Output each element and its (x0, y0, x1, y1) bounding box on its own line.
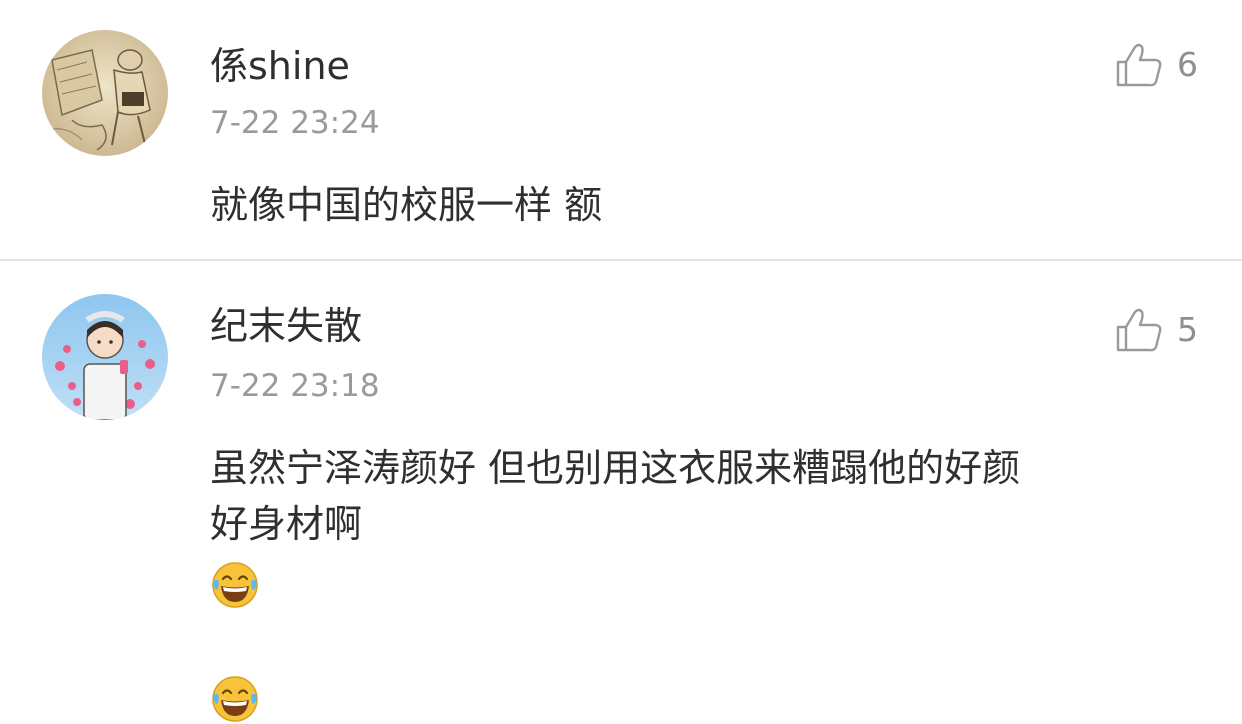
user-avatar[interactable] (42, 294, 168, 420)
comment-text: 虽然宁泽涛颜好 但也别用这衣服来糟蹋他的好颜 好身材啊 (210, 440, 1200, 724)
comment-item: 係shine 7-22 23:24 就像中国的校服一样 额 6 (0, 0, 1242, 260)
comment-timestamp: 7-22 23:24 (210, 105, 380, 141)
user-avatar[interactable] (42, 30, 168, 156)
sketch-avatar-image (42, 30, 168, 156)
comment-timestamp: 7-22 23:18 (210, 368, 380, 404)
thumbs-up-icon (1115, 307, 1163, 353)
thumbs-up-icon (1115, 42, 1163, 88)
comment-item: 纪末失散 7-22 23:18 虽然宁泽涛颜好 但也别用这衣服来糟蹋他的好颜 好… (0, 262, 1242, 722)
comment-text-line: 就像中国的校服一样 额 (210, 183, 603, 227)
comment-text-line: 虽然宁泽涛颜好 但也别用这衣服来糟蹋他的好颜 (210, 446, 1021, 490)
username[interactable]: 纪末失散 (210, 304, 362, 348)
laughing-tears-emoji-icon (210, 674, 1200, 724)
cartoon-avatar-image (42, 294, 168, 420)
like-count: 5 (1177, 310, 1198, 349)
comment-text-line: 好身材啊 (210, 502, 363, 546)
username[interactable]: 係shine (210, 44, 350, 88)
laughing-tears-emoji-icon (210, 560, 1200, 610)
comment-divider (0, 259, 1242, 261)
like-button[interactable]: 6 (1115, 40, 1215, 90)
like-button[interactable]: 5 (1115, 305, 1215, 355)
comment-text: 就像中国的校服一样 额 (210, 177, 1200, 233)
like-count: 6 (1177, 45, 1198, 84)
